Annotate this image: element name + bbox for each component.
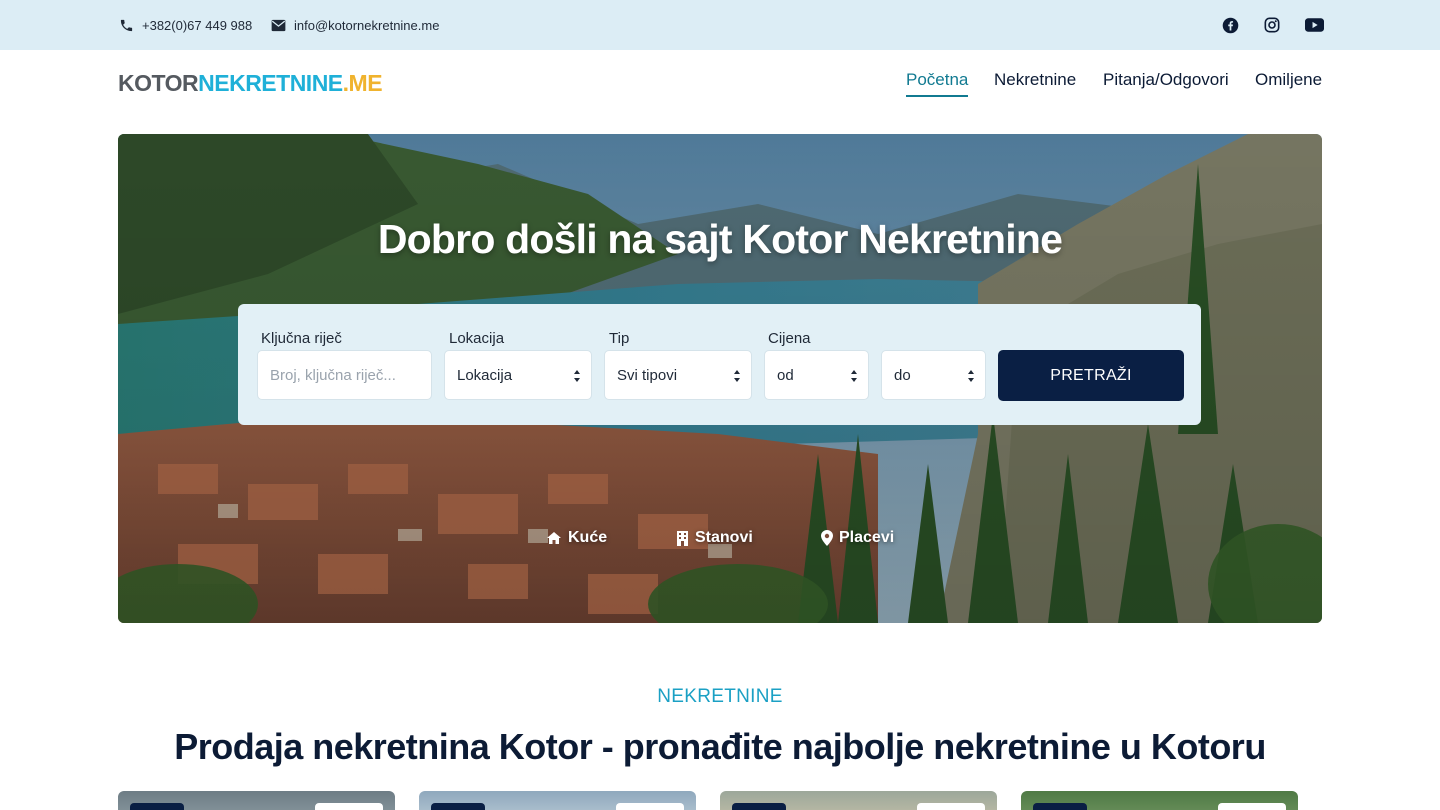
property-status-badge xyxy=(130,803,184,810)
house-icon xyxy=(547,532,561,544)
type-select-value: Svi tipovi xyxy=(617,366,678,384)
facebook-icon[interactable] xyxy=(1220,15,1240,35)
hero-banner: Dobro došli na sajt Kotor Nekretnine Klj… xyxy=(118,134,1322,623)
property-card[interactable] xyxy=(1021,791,1298,810)
select-arrows-icon xyxy=(574,370,580,382)
property-status-badge xyxy=(732,803,786,810)
building-icon xyxy=(677,531,688,546)
category-placevi[interactable]: Placevi xyxy=(821,529,894,547)
keyword-input[interactable]: Broj, ključna riječ... xyxy=(257,350,432,400)
keyword-label: Ključna riječ xyxy=(261,330,342,347)
property-status-badge xyxy=(431,803,485,810)
select-arrows-icon xyxy=(734,370,740,382)
property-id-badge xyxy=(1218,803,1286,810)
search-button[interactable]: PRETRAŽI xyxy=(998,350,1184,401)
email-text: info@kotornekretnine.me xyxy=(294,17,440,33)
category-kuce-label: Kuće xyxy=(568,529,608,546)
logo-me: .ME xyxy=(342,70,383,96)
property-id-badge xyxy=(315,803,383,810)
price-from-value: od xyxy=(777,366,794,384)
price-to-select[interactable]: do xyxy=(881,350,986,400)
keyword-placeholder: Broj, ključna riječ... xyxy=(270,366,396,384)
type-select[interactable]: Svi tipovi xyxy=(604,350,752,400)
top-contact-bar: +382(0)67 449 988 info@kotornekretnine.m… xyxy=(0,0,1440,50)
property-id-badge xyxy=(917,803,985,810)
select-arrows-icon xyxy=(968,370,974,382)
nav-pitanja-odgovori[interactable]: Pitanja/Odgovori xyxy=(1103,70,1229,90)
location-select-value: Lokacija xyxy=(457,366,513,384)
property-id-badge xyxy=(616,803,684,810)
phone-text: +382(0)67 449 988 xyxy=(142,17,253,33)
type-label: Tip xyxy=(609,330,630,347)
property-card[interactable] xyxy=(720,791,997,810)
nav-pocetna[interactable]: Početna xyxy=(906,70,969,97)
nav-omiljene[interactable]: Omiljene xyxy=(1255,70,1322,90)
phone-contact[interactable]: +382(0)67 449 988 xyxy=(119,0,252,50)
category-kuce[interactable]: Kuće xyxy=(546,529,607,547)
section-eyebrow: NEKRETNINE xyxy=(657,686,783,707)
category-stanovi[interactable]: Stanovi xyxy=(676,529,753,547)
price-to-value: do xyxy=(894,366,911,384)
location-label: Lokacija xyxy=(449,330,505,347)
hero-title: Dobro došli na sajt Kotor Nekretnine xyxy=(377,216,1063,262)
property-card[interactable] xyxy=(419,791,696,810)
property-card[interactable] xyxy=(118,791,395,810)
phone-icon xyxy=(120,19,133,31)
envelope-icon xyxy=(271,19,286,31)
logo-nekretnine: NEKRETNINE xyxy=(198,70,343,96)
instagram-icon[interactable] xyxy=(1262,15,1282,35)
logo-kotor: KOTOR xyxy=(118,70,199,96)
nav-nekretnine[interactable]: Nekretnine xyxy=(994,70,1076,90)
youtube-icon[interactable] xyxy=(1304,15,1324,35)
category-placevi-label: Placevi xyxy=(839,529,895,546)
price-label: Cijena xyxy=(768,330,811,347)
select-arrows-icon xyxy=(851,370,857,382)
email-contact[interactable]: info@kotornekretnine.me xyxy=(271,0,439,50)
map-pin-icon xyxy=(821,530,833,546)
site-logo[interactable]: KOTORNEKRETNINE.ME xyxy=(118,70,383,97)
location-select[interactable]: Lokacija xyxy=(444,350,592,400)
price-from-select[interactable]: od xyxy=(764,350,869,400)
search-panel: Ključna riječ Broj, ključna riječ... Lok… xyxy=(238,304,1201,425)
section-title: Prodaja nekretnina Kotor - pronađite naj… xyxy=(174,726,1266,767)
category-stanovi-label: Stanovi xyxy=(695,529,753,546)
property-status-badge xyxy=(1033,803,1087,810)
